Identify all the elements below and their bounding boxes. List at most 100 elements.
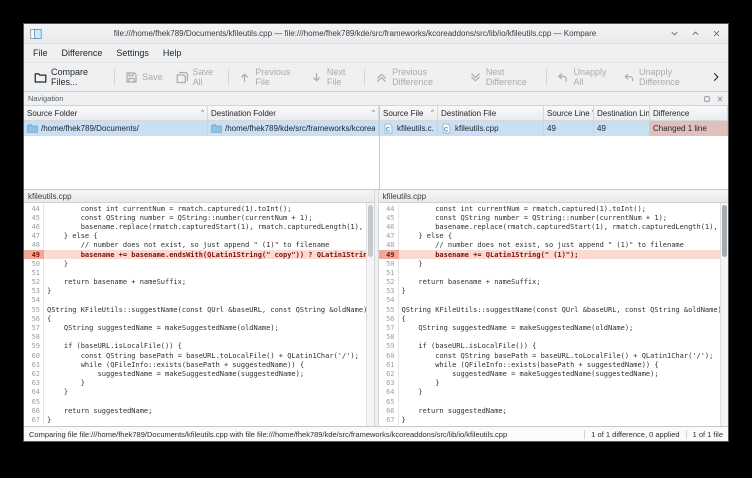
code-text: const QString basePath = baseURL.toLocal…	[399, 351, 714, 360]
code-text	[44, 296, 47, 305]
compare-files-button[interactable]: Compare Files...	[28, 63, 110, 91]
code-text: if (baseURL.isLocalFile()) {	[399, 342, 537, 351]
source-pane-scrollbar[interactable]	[366, 203, 374, 426]
line-number: 46	[24, 222, 44, 231]
code-line: 61 while (QFileInfo::exists(basePath + s…	[379, 360, 721, 369]
code-text: }	[44, 287, 51, 296]
code-text: }	[44, 388, 68, 397]
menu-settings[interactable]: Settings	[109, 46, 156, 60]
folder-row[interactable]: /home/fhek789/Documents/ /home/fhek789/k…	[24, 121, 379, 136]
code-text: const int currentNum = rmatch.captured(1…	[399, 204, 646, 213]
destination-line-number: 49	[597, 124, 606, 133]
destination-line-cell[interactable]: 49	[594, 121, 650, 136]
toolbar-overflow-button[interactable]	[708, 69, 724, 85]
previous-difference-icon	[375, 71, 388, 84]
source-folder-path: /home/fhek789/Documents/	[41, 124, 139, 133]
line-number: 49	[379, 250, 399, 259]
line-number: 49	[24, 250, 44, 259]
line-number: 59	[379, 342, 399, 351]
code-line: 46 basename.replace(rmatch.capturedStart…	[24, 222, 366, 231]
code-text: basename += QLatin1String(" (1)");	[399, 250, 579, 259]
destination-pane: kfileutils.cpp 44 const int currentNum =…	[379, 190, 729, 426]
maximize-button[interactable]	[689, 28, 701, 40]
line-number: 50	[379, 259, 399, 268]
dock-buttons	[703, 95, 724, 103]
code-text: const QString number = QString::number(c…	[44, 213, 313, 222]
unapply-all-icon	[556, 71, 569, 84]
column-label: Source Line	[547, 109, 590, 118]
code-text: const int currentNum = rmatch.captured(1…	[44, 204, 291, 213]
destination-file-cell[interactable]: C kfileutils.cpp	[438, 121, 544, 136]
line-number: 54	[379, 296, 399, 305]
line-number: 62	[24, 369, 44, 378]
close-button[interactable]	[710, 28, 722, 40]
destination-pane-scrollbar[interactable]	[720, 203, 728, 426]
menu-difference[interactable]: Difference	[55, 46, 110, 60]
column-label: Destination File	[441, 109, 496, 118]
source-line-number: 49	[547, 124, 556, 133]
save-all-button: Save All	[170, 63, 224, 91]
column-header-destination-folder[interactable]: Destination Folder ^	[208, 106, 379, 121]
line-number: 46	[379, 222, 399, 231]
chevron-right-icon	[710, 71, 722, 83]
code-line: 55QString KFileUtils::suggestName(const …	[24, 305, 366, 314]
minimize-button[interactable]	[668, 28, 680, 40]
file-row[interactable]: C kfileutils.c... C kfileutils.cpp 49 49…	[380, 121, 728, 136]
code-text: }	[399, 287, 406, 296]
code-text: }	[399, 388, 423, 397]
code-text	[44, 268, 47, 277]
dock-float-button[interactable]	[703, 95, 711, 103]
column-header-destination-line[interactable]: Destination Lin	[594, 106, 650, 121]
previous-file-button: Previous File	[232, 63, 302, 91]
code-text: }	[399, 259, 423, 268]
destination-folder-cell[interactable]: /home/fhek789/kde/src/frameworks/kcoread…	[208, 121, 379, 136]
titlebar[interactable]: file:///home/fhek789/Documents/kfileutil…	[24, 24, 728, 44]
column-header-source-file[interactable]: Source File ^	[380, 106, 438, 121]
code-line: 53}	[24, 287, 366, 296]
changed-code-line[interactable]: 49 basename += basename.endsWith(QLatin1…	[24, 250, 366, 259]
destination-pane-header: kfileutils.cpp	[379, 190, 729, 203]
menu-file[interactable]: File	[26, 46, 55, 60]
dock-close-button[interactable]	[716, 95, 724, 103]
source-folder-cell[interactable]: /home/fhek789/Documents/	[24, 121, 208, 136]
line-number: 55	[24, 305, 44, 314]
line-number: 66	[24, 406, 44, 415]
column-header-destination-file[interactable]: Destination File	[438, 106, 544, 121]
column-header-source-line[interactable]: Source Line ^	[544, 106, 594, 121]
toolbar-button-label: Next Difference	[486, 67, 536, 87]
line-number: 60	[24, 351, 44, 360]
line-number: 52	[379, 278, 399, 287]
navigation-tables: Source Folder ^ Destination Folder ^ /ho…	[24, 106, 728, 190]
difference-cell[interactable]: Changed 1 line	[650, 121, 728, 136]
source-line-cell[interactable]: 49	[544, 121, 594, 136]
code-text: while (QFileInfo::exists(basePath + sugg…	[44, 360, 304, 369]
line-number: 58	[24, 333, 44, 342]
column-header-difference[interactable]: Difference	[650, 106, 728, 121]
save-button: Save	[119, 67, 169, 88]
changed-code-line[interactable]: 49 basename += QLatin1String(" (1)");	[379, 250, 721, 259]
save-all-icon	[176, 71, 189, 84]
toolbar-separator	[114, 69, 115, 85]
code-text	[399, 296, 402, 305]
code-line: 52 return basename + nameSuffix;	[379, 278, 721, 287]
code-line: 56{	[24, 314, 366, 323]
menu-help[interactable]: Help	[156, 46, 189, 60]
source-file-cell[interactable]: C kfileutils.c...	[380, 121, 438, 136]
code-line: 63 }	[24, 379, 366, 388]
column-header-source-folder[interactable]: Source Folder ^	[24, 106, 208, 121]
source-pane-body[interactable]: 44 const int currentNum = rmatch.capture…	[24, 203, 374, 426]
line-number: 55	[379, 305, 399, 314]
float-icon	[703, 95, 711, 103]
line-number: 44	[379, 204, 399, 213]
scrollbar-thumb[interactable]	[368, 205, 373, 257]
scrollbar-thumb[interactable]	[722, 205, 727, 257]
line-number: 67	[24, 415, 44, 424]
code-line: 47 } else {	[379, 232, 721, 241]
code-text	[399, 397, 402, 406]
code-line: 64 }	[379, 388, 721, 397]
folder-icon	[27, 123, 38, 134]
line-number: 57	[379, 323, 399, 332]
line-number: 58	[379, 333, 399, 342]
destination-pane-body[interactable]: 44 const int currentNum = rmatch.capture…	[379, 203, 729, 426]
code-line: 60 const QString basePath = baseURL.toLo…	[24, 351, 366, 360]
